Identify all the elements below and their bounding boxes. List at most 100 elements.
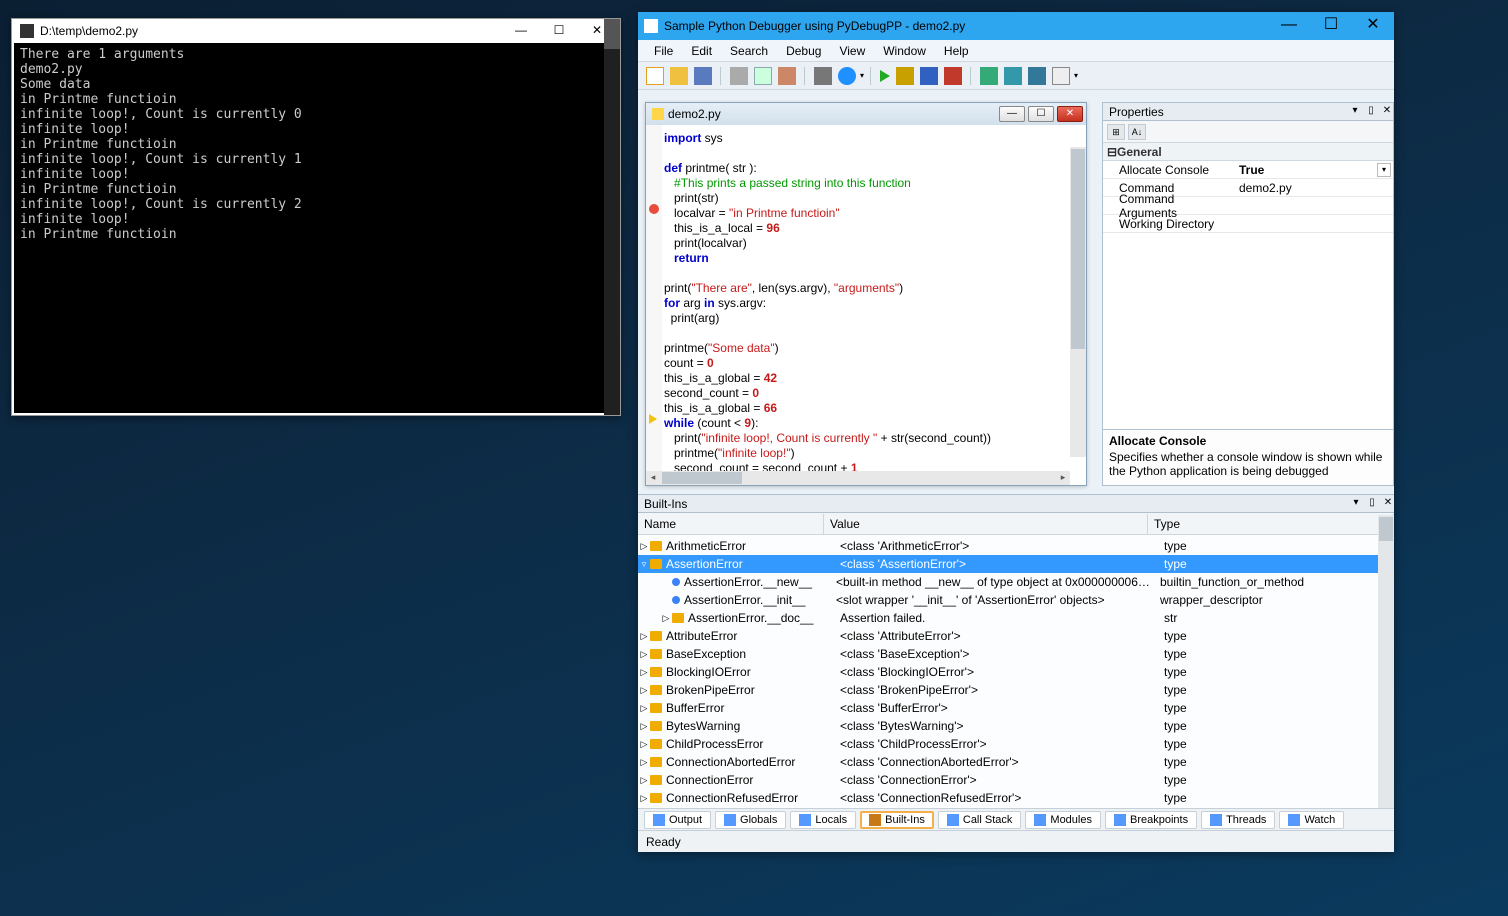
panel-close-icon[interactable]: ✕	[1382, 498, 1394, 510]
builtins-column-value[interactable]: Value	[824, 514, 1148, 534]
code-vscroll-thumb[interactable]	[1071, 149, 1085, 349]
expand-icon[interactable]: ▷	[638, 541, 650, 552]
builtins-panel-title[interactable]: Built-Ins ▾ ▯ ✕	[638, 495, 1394, 513]
tab-built-ins[interactable]: Built-Ins	[860, 811, 934, 829]
editor-maximize-button[interactable]: ☐	[1028, 106, 1054, 122]
code-hscroll-thumb[interactable]	[662, 472, 742, 484]
panel-dropdown-icon[interactable]: ▾	[1349, 106, 1361, 118]
builtins-row[interactable]: ▷BufferError<class 'BufferError'>type	[638, 699, 1378, 717]
expand-icon[interactable]: ▷	[638, 631, 650, 642]
panel-pin-icon[interactable]: ▯	[1366, 498, 1378, 510]
code-horizontal-scrollbar[interactable]: ◂ ▸	[646, 471, 1070, 485]
console-scrollbar[interactable]	[604, 19, 620, 415]
property-value[interactable]: demo2.py	[1233, 181, 1393, 195]
editor-minimize-button[interactable]: —	[999, 106, 1025, 122]
properties-panel-title[interactable]: Properties ▾ ▯ ✕	[1103, 103, 1393, 121]
collapse-icon[interactable]: ⊟	[1107, 145, 1117, 159]
console-output[interactable]: There are 1 arguments demo2.py Some data…	[14, 43, 618, 413]
expand-icon[interactable]: ▷	[638, 667, 650, 678]
step-out-icon[interactable]	[1028, 67, 1046, 85]
copy-icon[interactable]	[754, 67, 772, 85]
new-file-icon[interactable]	[646, 67, 664, 85]
builtins-row[interactable]: ▷AttributeError<class 'AttributeError'>t…	[638, 627, 1378, 645]
expand-icon[interactable]: ▷	[660, 613, 672, 624]
expand-icon[interactable]: ▷	[638, 649, 650, 660]
menu-window[interactable]: Window	[875, 42, 934, 60]
builtins-row[interactable]: AssertionError.__init__<slot wrapper '__…	[638, 591, 1378, 609]
tab-locals[interactable]: Locals	[790, 811, 856, 829]
restart-icon[interactable]	[944, 67, 962, 85]
stop-icon[interactable]	[920, 67, 938, 85]
breakpoint-icon[interactable]	[649, 204, 659, 214]
tab-modules[interactable]: Modules	[1025, 811, 1101, 829]
builtins-row[interactable]: AssertionError.__new__<built-in method _…	[638, 573, 1378, 591]
builtins-row[interactable]: ▷ConnectionAbortedError<class 'Connectio…	[638, 753, 1378, 771]
console-minimize-button[interactable]: —	[502, 21, 540, 41]
tab-watch[interactable]: Watch	[1279, 811, 1344, 829]
property-dropdown-icon[interactable]: ▾	[1377, 163, 1391, 177]
dropdown-icon[interactable]: ▾	[1074, 71, 1078, 80]
builtins-column-name[interactable]: Name	[638, 514, 824, 534]
tab-threads[interactable]: Threads	[1201, 811, 1275, 829]
scroll-right-icon[interactable]: ▸	[1056, 471, 1070, 483]
builtins-column-type[interactable]: Type	[1148, 514, 1394, 534]
menu-help[interactable]: Help	[936, 42, 977, 60]
paste-icon[interactable]	[778, 67, 796, 85]
menu-debug[interactable]: Debug	[778, 42, 829, 60]
builtins-row[interactable]: ▷ChildProcessError<class 'ChildProcessEr…	[638, 735, 1378, 753]
debugger-titlebar[interactable]: Sample Python Debugger using PyDebugPP -…	[638, 12, 1394, 40]
expand-icon[interactable]: ▷	[638, 703, 650, 714]
builtins-row[interactable]: ▷ConnectionRefusedError<class 'Connectio…	[638, 789, 1378, 807]
debugger-minimize-button[interactable]: —	[1268, 12, 1310, 40]
tab-globals[interactable]: Globals	[715, 811, 786, 829]
help-icon[interactable]	[838, 67, 856, 85]
menu-view[interactable]: View	[831, 42, 873, 60]
tab-output[interactable]: Output	[644, 811, 711, 829]
run-to-cursor-icon[interactable]	[1052, 67, 1070, 85]
run-icon[interactable]	[880, 70, 890, 82]
properties-category[interactable]: ⊟ General	[1103, 143, 1393, 161]
code-editor-titlebar[interactable]: demo2.py — ☐ ✕	[646, 103, 1086, 125]
expand-icon[interactable]: ▷	[638, 757, 650, 768]
builtins-row[interactable]: ▷BrokenPipeError<class 'BrokenPipeError'…	[638, 681, 1378, 699]
sort-az-icon[interactable]: A↓	[1128, 124, 1146, 140]
console-scroll-thumb[interactable]	[604, 19, 620, 49]
panel-close-icon[interactable]: ✕	[1381, 106, 1393, 118]
builtins-scroll-thumb[interactable]	[1379, 517, 1393, 541]
property-row[interactable]: Working Directory	[1103, 215, 1393, 233]
categorize-icon[interactable]: ⊞	[1107, 124, 1125, 140]
save-file-icon[interactable]	[694, 67, 712, 85]
menu-search[interactable]: Search	[722, 42, 776, 60]
code-editor[interactable]: import sys def printme( str ): #This pri…	[646, 125, 1086, 471]
panel-dropdown-icon[interactable]: ▾	[1350, 498, 1362, 510]
step-over-icon[interactable]	[1004, 67, 1022, 85]
dropdown-icon[interactable]: ▾	[860, 71, 864, 80]
builtins-row[interactable]: ▷AssertionError.__doc__Assertion failed.…	[638, 609, 1378, 627]
builtins-row[interactable]: ▷BytesWarning<class 'BytesWarning'>type	[638, 717, 1378, 735]
expand-icon[interactable]: ▷	[638, 775, 650, 786]
tab-breakpoints[interactable]: Breakpoints	[1105, 811, 1197, 829]
expand-icon[interactable]: ▿	[638, 559, 650, 570]
tab-call-stack[interactable]: Call Stack	[938, 811, 1022, 829]
cut-icon[interactable]	[730, 67, 748, 85]
pause-icon[interactable]	[896, 67, 914, 85]
expand-icon[interactable]: ▷	[638, 793, 650, 804]
builtins-row[interactable]: ▷BlockingIOError<class 'BlockingIOError'…	[638, 663, 1378, 681]
expand-icon[interactable]: ▷	[638, 685, 650, 696]
console-maximize-button[interactable]: ☐	[540, 21, 578, 41]
debugger-close-button[interactable]: ✕	[1352, 12, 1394, 40]
scroll-left-icon[interactable]: ◂	[646, 471, 660, 483]
builtins-row[interactable]: ▿AssertionError<class 'AssertionError'>t…	[638, 555, 1378, 573]
debugger-maximize-button[interactable]: ☐	[1310, 12, 1352, 40]
code-gutter[interactable]	[646, 125, 662, 471]
step-into-icon[interactable]	[980, 67, 998, 85]
code-text[interactable]: import sys def printme( str ): #This pri…	[664, 131, 1070, 471]
code-vertical-scrollbar[interactable]	[1070, 147, 1086, 457]
menu-edit[interactable]: Edit	[683, 42, 720, 60]
print-icon[interactable]	[814, 67, 832, 85]
open-file-icon[interactable]	[670, 67, 688, 85]
builtins-row[interactable]: ▷BaseException<class 'BaseException'>typ…	[638, 645, 1378, 663]
editor-close-button[interactable]: ✕	[1057, 106, 1083, 122]
console-titlebar[interactable]: D:\temp\demo2.py — ☐ ✕	[12, 19, 620, 43]
builtins-row[interactable]: ▷ArithmeticError<class 'ArithmeticError'…	[638, 537, 1378, 555]
